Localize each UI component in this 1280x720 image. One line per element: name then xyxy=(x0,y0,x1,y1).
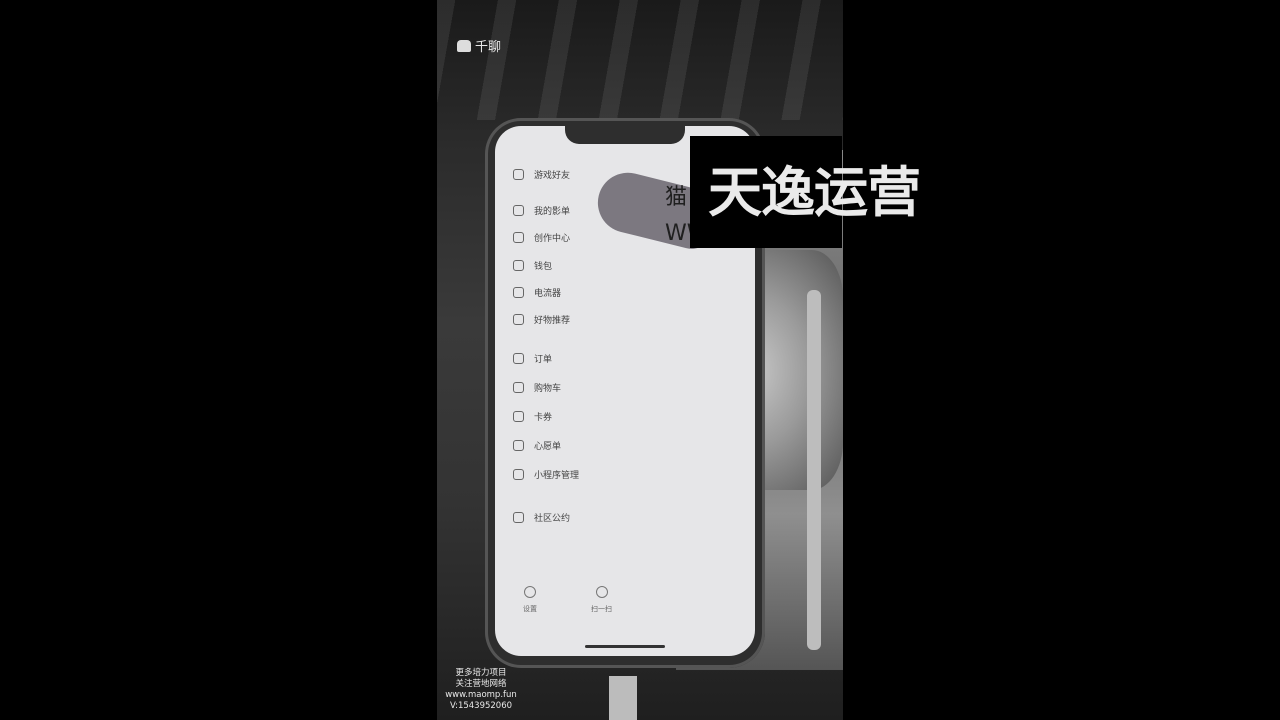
logo-text: 千聊 xyxy=(475,40,502,55)
menu-item-orders[interactable]: 订单 xyxy=(513,350,552,366)
background-stripes xyxy=(437,0,843,120)
menu-item-label: 我的影单 xyxy=(534,206,571,217)
menu-item-cart[interactable]: 购物车 xyxy=(513,379,561,395)
menu-item-wishlist[interactable]: 心愿单 xyxy=(513,437,561,453)
menu-item-label: 电流器 xyxy=(534,288,562,299)
promo-line-3: www.maomp.fun xyxy=(445,690,517,700)
menu-item-label: 社区公约 xyxy=(534,513,571,524)
menu-item-label: 好物推荐 xyxy=(534,315,571,326)
wishlist-icon xyxy=(513,439,524,451)
promo-line-1: 更多培力项目 xyxy=(455,668,507,678)
menu-item-label: 游戏好友 xyxy=(534,170,571,181)
collection-icon xyxy=(513,204,524,216)
scan-icon xyxy=(595,586,608,598)
menu-item-mini-programs[interactable]: 小程序管理 xyxy=(513,466,579,482)
menu-item-label: 卡券 xyxy=(534,412,553,423)
star-icon xyxy=(513,231,524,243)
promo-line-2: 关注营地网络 xyxy=(455,679,507,689)
menu-item-wallet[interactable]: 钱包 xyxy=(513,257,552,273)
cable-shape xyxy=(807,290,821,650)
user-circle-icon xyxy=(513,168,524,180)
cart-icon xyxy=(513,381,524,393)
settings-label: 设置 xyxy=(523,605,537,613)
menu-item-label: 心愿单 xyxy=(534,441,562,452)
app-logo: 千聊 xyxy=(457,36,501,55)
device-icon xyxy=(513,286,524,298)
menu-item-label: 购物车 xyxy=(534,383,562,394)
menu-item-device[interactable]: 电流器 xyxy=(513,284,561,300)
phone-notch xyxy=(565,126,685,144)
video-frame: 千聊 游戏好友 我的影单 创作中心 钱包 电流器 好物推荐 订单 购物车 卡券 … xyxy=(437,0,843,720)
gift-icon xyxy=(513,313,524,325)
gear-icon xyxy=(524,586,536,598)
wallet-icon xyxy=(513,259,524,271)
logo-icon xyxy=(457,39,471,52)
order-icon xyxy=(513,352,524,364)
menu-item-friends[interactable]: 游戏好友 xyxy=(513,166,570,182)
menu-item-label: 小程序管理 xyxy=(534,470,580,481)
home-indicator xyxy=(585,645,665,648)
menu-item-creator-center[interactable]: 创作中心 xyxy=(513,229,570,245)
menu-item-community[interactable]: 社区公约 xyxy=(513,509,570,525)
menu-item-label: 钱包 xyxy=(534,261,553,272)
menu-item-label: 创作中心 xyxy=(534,233,571,244)
promo-line-4: V:1543952060 xyxy=(449,701,513,711)
community-icon xyxy=(513,511,524,523)
mini-program-icon xyxy=(513,468,524,480)
menu-item-coupons[interactable]: 卡券 xyxy=(513,408,552,424)
menu-item-recommend[interactable]: 好物推荐 xyxy=(513,311,570,327)
banner-title: 天逸运营 xyxy=(708,161,921,224)
coupon-icon xyxy=(513,410,524,422)
promo-watermark: 更多培力项目 关注营地网络 www.maomp.fun V:1543952060 xyxy=(441,668,521,712)
menu-item-playlist[interactable]: 我的影单 xyxy=(513,202,570,218)
cable-end-shape xyxy=(609,676,637,720)
scan-button[interactable]: 扫一扫 xyxy=(591,586,612,614)
menu-item-label: 订单 xyxy=(534,354,553,365)
bottom-bar: 设置 扫一扫 xyxy=(495,586,755,626)
settings-button[interactable]: 设置 xyxy=(523,586,537,614)
scan-label: 扫一扫 xyxy=(591,605,612,613)
